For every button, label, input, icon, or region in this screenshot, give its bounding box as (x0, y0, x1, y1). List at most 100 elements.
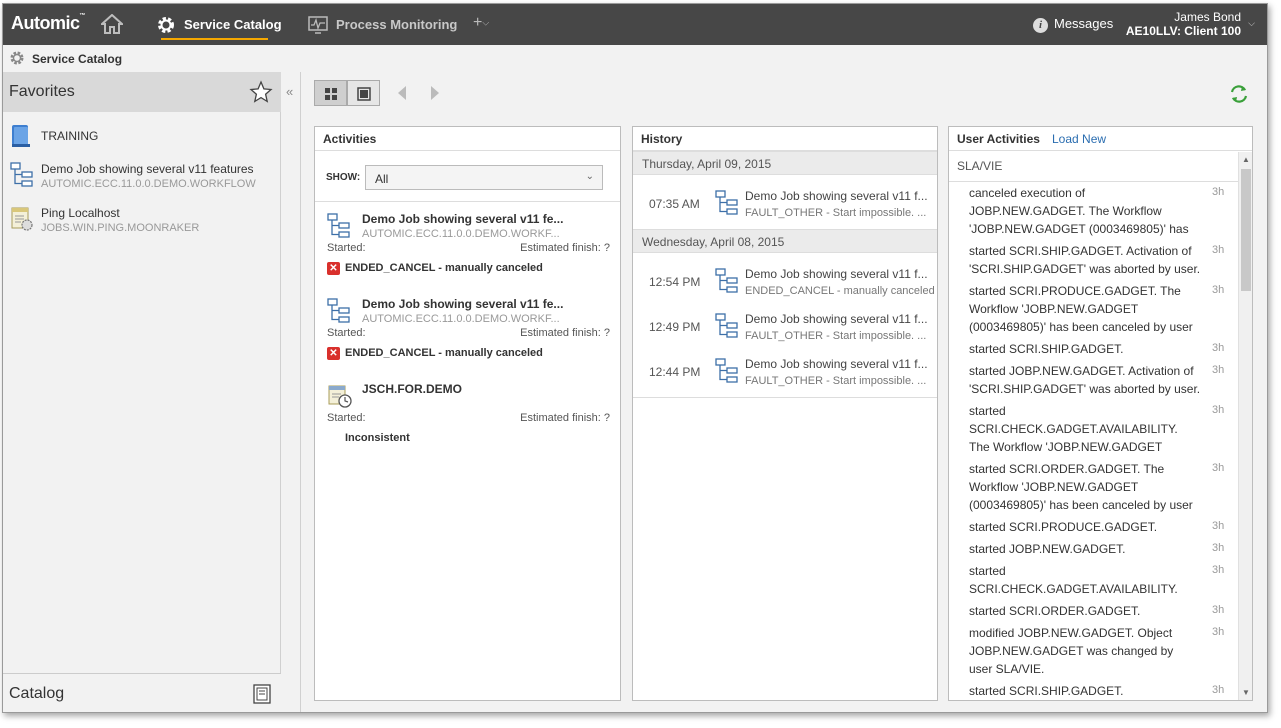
app-window: Automic™ Service Catalog Process Monitor… (2, 3, 1268, 713)
workflow-icon (715, 313, 738, 338)
activity-item[interactable]: JSCH.FOR.DEMO Started: Estimated finish:… (315, 372, 620, 456)
grid-icon (325, 88, 337, 100)
activity-title: Demo Job showing several v11 fe... (362, 212, 564, 226)
user-activity-text-line: user SLA/VIE. (969, 662, 1045, 676)
user-activity-text-line: started SCRI.PRODUCE.GADGET. (969, 520, 1158, 534)
previous-arrow-icon[interactable] (396, 85, 408, 101)
user-activity-item[interactable]: started SCRI.CHECK.GADGET.AVAILABILITY. Th… (969, 402, 1204, 456)
activity-started: Started: (327, 242, 366, 254)
user-activity-text-line: started SCRI.ORDER.GADGET. (969, 604, 1141, 618)
activity-title: JSCH.FOR.DEMO (362, 382, 463, 396)
history-row[interactable]: 12:54 PM Demo Job showing several v11 f.… (633, 260, 937, 305)
favorite-subtitle: JOBS.WIN.PING.MOONRAKER (41, 222, 200, 234)
divider (633, 397, 937, 398)
activity-estimated-finish: Estimated finish: ? (520, 327, 610, 339)
activity-started: Started: (327, 327, 366, 339)
scroll-down-arrow-icon[interactable]: ▼ (1242, 688, 1250, 697)
user-activity-text-line: 'JOBP.NEW.GADGET (0003469805)' has (969, 222, 1189, 236)
user-activity-text-line: started SCRI.SHIP.GADGET. (969, 342, 1124, 356)
activity-title: Demo Job showing several v11 fe... (362, 297, 564, 311)
user-activity-item[interactable]: started SCRI.SHIP.GADGET. (969, 340, 1204, 358)
collapse-sidebar-button[interactable]: « (286, 84, 293, 99)
user-activity-time: 3h (1212, 684, 1225, 696)
user-activity-item[interactable]: started SCRI.PRODUCE.GADGET. (969, 518, 1204, 536)
scrollbar-thumb[interactable] (1241, 169, 1251, 291)
activity-item[interactable]: Demo Job showing several v11 fe... AUTOM… (315, 202, 620, 286)
folder-icon (12, 125, 30, 147)
grid-view-button[interactable] (314, 80, 347, 106)
user-activity-text-line: (0003469805)' has been canceled by user (969, 320, 1193, 334)
next-arrow-icon[interactable] (429, 85, 441, 101)
single-view-button[interactable] (347, 80, 380, 106)
refresh-icon[interactable] (1229, 84, 1249, 104)
show-filter-value: All (375, 172, 389, 186)
history-row[interactable]: 12:44 PM Demo Job showing several v11 f.… (633, 350, 937, 395)
workflow-icon (327, 298, 350, 323)
show-filter-select[interactable]: All ⌄ (365, 165, 603, 190)
user-activity-item[interactable]: started SCRI.SHIP.GADGET. (969, 682, 1204, 700)
user-activity-item[interactable]: started SCRI.SHIP.GADGET. Activation of '… (969, 242, 1204, 278)
history-row[interactable]: 12:49 PM Demo Job showing several v11 f.… (633, 305, 937, 350)
history-title: Demo Job showing several v11 f... (745, 267, 928, 281)
user-activity-text-line: JOBP.NEW.GADGET. The Workflow (969, 204, 1162, 218)
automic-logo[interactable]: Automic™ (11, 13, 85, 34)
user-activity-item[interactable]: started SCRI.ORDER.GADGET. (969, 602, 1204, 620)
catalog-footer[interactable]: Catalog (3, 673, 281, 712)
history-row[interactable]: 07:35 AM Demo Job showing several v11 f.… (633, 182, 937, 227)
job-icon (11, 207, 33, 231)
user-activity-item[interactable]: canceled execution of JOBP.NEW.GADGET. Th… (969, 184, 1204, 238)
schedule-clock-icon (328, 385, 352, 408)
user-menu[interactable]: James Bond AE10LLV: Client 100 (1126, 10, 1241, 38)
activity-item[interactable]: Demo Job showing several v11 fe... AUTOM… (315, 287, 620, 371)
user-activity-time: 3h (1212, 462, 1225, 474)
tab-service-catalog[interactable]: Service Catalog (184, 17, 282, 32)
user-activity-text-line: modified JOBP.NEW.GADGET. Object (969, 626, 1173, 640)
user-activity-item[interactable]: started SCRI.PRODUCE.GADGET. The Workflow… (969, 282, 1204, 336)
scroll-up-arrow-icon[interactable]: ▲ (1242, 155, 1250, 164)
favorite-item-demo-job[interactable]: Demo Job showing several v11 features AU… (3, 158, 281, 194)
user-activity-text-line: started SCRI.ORDER.GADGET. The (969, 462, 1165, 476)
scrollbar[interactable]: ▲ ▼ (1238, 152, 1252, 700)
plus-icon: + (473, 14, 483, 31)
favorite-item-ping-localhost[interactable]: Ping Localhost JOBS.WIN.PING.MOONRAKER (3, 202, 281, 238)
user-activity-text-line: The Workflow 'JOBP.NEW.GADGET (969, 440, 1163, 454)
book-icon (253, 684, 271, 704)
user-activity-text-line: started JOBP.NEW.GADGET. Activation of (969, 364, 1194, 378)
messages-button[interactable]: i Messages (1033, 16, 1113, 33)
history-day-header: Thursday, April 09, 2015 (633, 151, 937, 175)
history-time: 07:35 AM (649, 197, 700, 211)
activities-title: Activities (323, 132, 377, 146)
history-day-header: Wednesday, April 08, 2015 (633, 229, 937, 253)
top-navigation-bar: Automic™ Service Catalog Process Monitor… (3, 4, 1267, 45)
history-status: FAULT_OTHER - Start impossible. ... (745, 330, 927, 342)
user-activity-item[interactable]: started SCRI.CHECK.GADGET.AVAILABILITY. (969, 562, 1204, 598)
user-activity-item[interactable]: started JOBP.NEW.GADGET. (969, 540, 1204, 558)
favorites-sidebar: Favorites TRAINING Demo Job showing seve… (3, 72, 281, 712)
user-activity-item[interactable]: started JOBP.NEW.GADGET. Activation of 'S… (969, 362, 1204, 398)
divider (300, 72, 301, 712)
error-x-icon: ✕ (327, 262, 340, 275)
home-icon[interactable] (101, 14, 123, 34)
add-tab-button[interactable]: +⌵ (473, 14, 489, 32)
chevron-down-icon[interactable]: ⌵ (1248, 18, 1255, 29)
history-header: History (633, 127, 937, 151)
breadcrumb-label[interactable]: Service Catalog (32, 52, 122, 66)
user-activity-time: 3h (1212, 604, 1225, 616)
star-icon[interactable] (249, 80, 273, 104)
history-title: Demo Job showing several v11 f... (745, 189, 928, 203)
favorite-title: Demo Job showing several v11 features (41, 162, 254, 176)
load-new-link[interactable]: Load New (1052, 132, 1106, 146)
activity-subtitle: AUTOMIC.ECC.11.0.0.DEMO.WORKF... (362, 313, 560, 325)
user-activity-time: 3h (1212, 564, 1225, 576)
user-activity-text-line: SCRI.CHECK.GADGET.AVAILABILITY. (969, 422, 1178, 436)
user-activity-text-line: canceled execution of (969, 186, 1086, 200)
favorite-item-training[interactable]: TRAINING (3, 124, 281, 152)
user-activities-user: SLA/VIE (957, 159, 1003, 173)
user-activity-text-line: SCRI.CHECK.GADGET.AVAILABILITY. (969, 582, 1178, 596)
favorites-title: Favorites (9, 83, 75, 100)
user-activity-item[interactable]: started SCRI.ORDER.GADGET. The Workflow '… (969, 460, 1204, 514)
user-activity-time: 3h (1212, 626, 1225, 638)
tab-process-monitoring[interactable]: Process Monitoring (336, 17, 457, 32)
user-activity-item[interactable]: modified JOBP.NEW.GADGET. Object JOBP.NEW… (969, 624, 1204, 678)
chevron-down-icon: ⌄ (585, 171, 594, 182)
